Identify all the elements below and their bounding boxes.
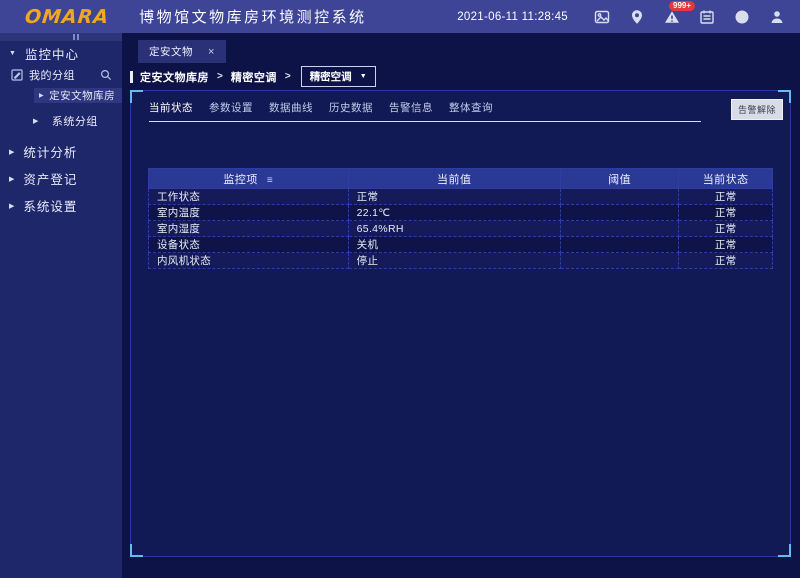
screenshot-image-icon[interactable] (584, 9, 619, 25)
sidebar-item-system-groups[interactable]: ▶ 系统分组 (0, 112, 122, 130)
device-dropdown-value: 精密空调 (310, 69, 352, 84)
sidebar-item-my-groups[interactable]: 我的分组 (0, 65, 122, 85)
breadcrumb-item-storage[interactable]: 定安文物库房 (140, 69, 209, 85)
table-header-row: 监控项≡ 当前值 阈值 当前状态 (149, 169, 773, 189)
current-value-cell: 关机 (348, 237, 560, 253)
device-dropdown[interactable]: 精密空调 ▼ (301, 66, 376, 87)
sidebar-item-label: 系统分组 (52, 113, 98, 129)
tab-overall-query[interactable]: 整体查询 (449, 100, 493, 115)
datetime-label: 2021-06-11 11:28:45 (457, 11, 568, 23)
caret-right-icon: ▶ (9, 202, 15, 210)
page-tabstrip: 定安文物 × (122, 33, 800, 63)
threshold-cell (560, 205, 679, 221)
header-toolbar: 2021-06-11 11:28:45 999+ ? (457, 9, 794, 25)
caret-right-icon: ▶ (39, 92, 44, 99)
current-value-cell: 65.4%RH (348, 221, 560, 237)
sidebar-item-label: 统计分析 (23, 142, 77, 161)
breadcrumb-accent-bar (130, 71, 133, 83)
table-row: 内风机状态 停止 正常 (149, 253, 773, 269)
sidebar-resize-handle[interactable] (0, 33, 122, 41)
brand-logo: OMARA (24, 6, 110, 28)
alarm-warning-icon[interactable]: 999+ (654, 9, 689, 25)
list-icon[interactable]: ≡ (267, 175, 273, 186)
help-icon[interactable]: ? (724, 9, 759, 25)
sidebar-item-label: 资产登记 (23, 169, 77, 188)
column-threshold: 阈值 (560, 169, 679, 189)
tab-current-status[interactable]: 当前状态 (149, 100, 193, 115)
column-current-value: 当前值 (348, 169, 560, 189)
threshold-cell (560, 253, 679, 269)
status-cell: 正常 (679, 189, 773, 205)
sidebar: ▼ 监控中心 我的分组 ▶ 定安文物库房 ▶ 系统分组 (0, 33, 122, 578)
corner-bracket (130, 90, 143, 103)
caret-right-icon: ▶ (9, 175, 15, 183)
column-current-status: 当前状态 (679, 169, 773, 189)
alarm-clear-button[interactable]: 告警解除 (731, 99, 783, 120)
sidebar-item-label: 定安文物库房 (49, 88, 115, 103)
content-panel: 当前状态 参数设置 数据曲线 历史数据 告警信息 整体查询 告警解除 监控项≡ (130, 90, 791, 557)
threshold-cell (560, 189, 679, 205)
table-row: 工作状态 正常 正常 (149, 189, 773, 205)
table-row: 室内温度 22.1℃ 正常 (149, 205, 773, 221)
status-cell: 正常 (679, 221, 773, 237)
location-icon[interactable] (619, 9, 654, 25)
status-cell: 正常 (679, 237, 773, 253)
breadcrumb-separator: > (285, 71, 291, 82)
monitor-item-cell: 室内湿度 (149, 221, 349, 237)
current-value-cell: 正常 (348, 189, 560, 205)
status-cell: 正常 (679, 205, 773, 221)
tab-close-icon[interactable]: × (208, 46, 215, 58)
tab-history-data[interactable]: 历史数据 (329, 100, 373, 115)
tab-parameter-settings[interactable]: 参数设置 (209, 100, 253, 115)
caret-down-icon: ▼ (9, 50, 17, 57)
sidebar-item-dingan-storage[interactable]: ▶ 定安文物库房 (34, 88, 122, 103)
main-area: 定安文物 × 定安文物库房 > 精密空调 > 精密空调 ▼ (122, 33, 800, 578)
app-window: OMARA 博物馆文物库房环境测控系统 2021-06-11 11:28:45 … (0, 0, 800, 578)
column-monitor-item: 监控项≡ (149, 169, 349, 189)
sidebar-item-label: 监控中心 (25, 44, 79, 63)
page-tab-label: 定安文物 (149, 44, 193, 59)
sidebar-item-asset-register[interactable]: ▶ 资产登记 (0, 165, 122, 192)
breadcrumb-item-ac[interactable]: 精密空调 (231, 69, 277, 85)
breadcrumb: 定安文物库房 > 精密空调 > 精密空调 ▼ (130, 63, 800, 90)
sidebar-item-system-settings[interactable]: ▶ 系统设置 (0, 192, 122, 219)
caret-right-icon: ▶ (9, 148, 15, 156)
calendar-icon[interactable] (689, 9, 724, 25)
sidebar-item-monitor-center[interactable]: ▼ 监控中心 (0, 41, 122, 65)
monitor-item-cell: 内风机状态 (149, 253, 349, 269)
chevron-down-icon: ▼ (360, 73, 367, 80)
status-table: 监控项≡ 当前值 阈值 当前状态 工作状态 正常 正常 (148, 168, 773, 269)
table-row: 室内湿度 65.4%RH 正常 (149, 221, 773, 237)
caret-right-icon: ▶ (33, 117, 39, 125)
current-value-cell: 停止 (348, 253, 560, 269)
app-header: OMARA 博物馆文物库房环境测控系统 2021-06-11 11:28:45 … (0, 0, 800, 33)
svg-text:?: ? (739, 12, 744, 22)
monitor-item-cell: 工作状态 (149, 189, 349, 205)
user-icon[interactable] (759, 9, 794, 25)
search-icon[interactable] (100, 69, 112, 81)
sidebar-item-label: 系统设置 (23, 196, 77, 215)
monitor-item-cell: 设备状态 (149, 237, 349, 253)
status-cell: 正常 (679, 253, 773, 269)
tab-alarm-info[interactable]: 告警信息 (389, 100, 433, 115)
tab-dingan-wenwu[interactable]: 定安文物 × (138, 40, 226, 63)
corner-bracket (778, 544, 791, 557)
edit-group-icon (11, 69, 23, 81)
tab-data-curve[interactable]: 数据曲线 (269, 100, 313, 115)
current-value-cell: 22.1℃ (348, 205, 560, 221)
threshold-cell (560, 221, 679, 237)
threshold-cell (560, 237, 679, 253)
breadcrumb-separator: > (217, 71, 223, 82)
detail-tabs: 当前状态 参数设置 数据曲线 历史数据 告警信息 整体查询 (149, 100, 701, 122)
sidebar-item-label: 我的分组 (29, 67, 75, 83)
corner-bracket (130, 544, 143, 557)
table-row: 设备状态 关机 正常 (149, 237, 773, 253)
sidebar-item-statistics[interactable]: ▶ 统计分析 (0, 138, 122, 165)
monitor-item-cell: 室内温度 (149, 205, 349, 221)
app-title: 博物馆文物库房环境测控系统 (139, 6, 367, 27)
